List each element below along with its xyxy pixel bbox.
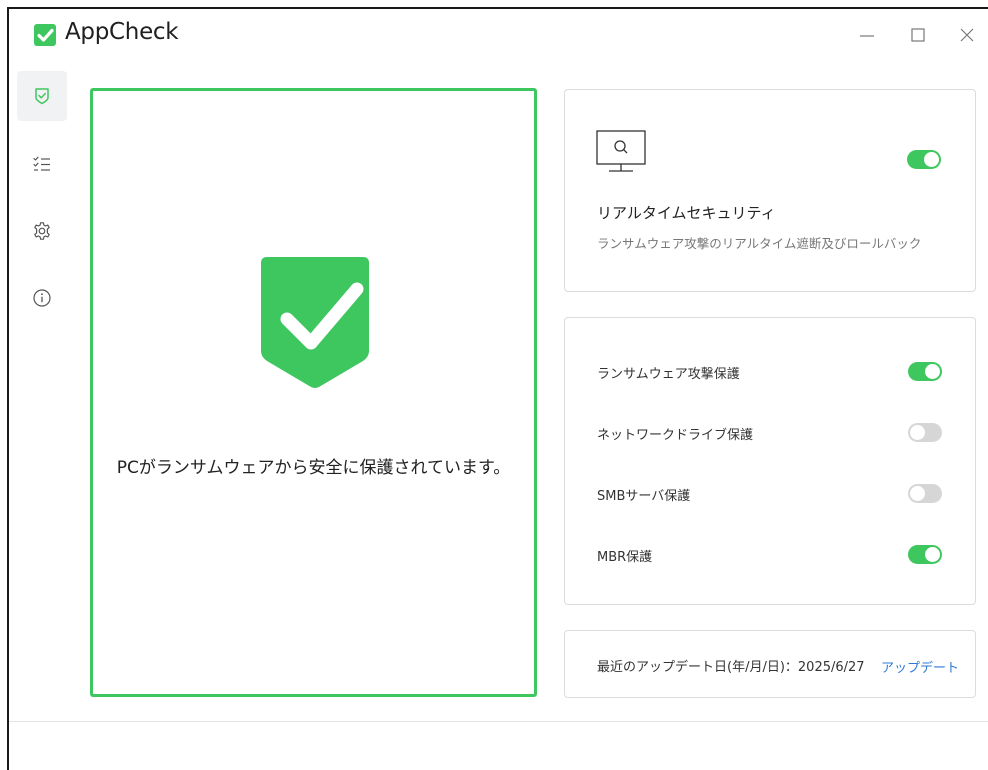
protection-label: ネットワークドライブ保護 — [597, 428, 754, 443]
sidebar-item-logs[interactable] — [17, 139, 67, 189]
status-message: PCがランサムウェアから安全に保護されています。 — [116, 458, 511, 478]
protection-status-panel: PCがランサムウェアから安全に保護されています。 — [90, 88, 537, 697]
shield-check-icon — [35, 88, 49, 105]
protection-row-smb: SMBサーバ保護 — [597, 482, 942, 506]
maximize-icon — [911, 28, 925, 42]
toggle-knob — [910, 486, 925, 501]
divider — [9, 721, 988, 722]
protection-row-mbr: MBR保護 — [597, 543, 942, 567]
last-update-date: 最近のアップデート日(年/月/日)：2025/6/27 — [597, 660, 865, 675]
realtime-description: ランサムウェア攻撃のリアルタイム遮断及びロールバック — [597, 236, 922, 251]
shield-check-icon — [261, 257, 369, 388]
realtime-security-card: リアルタイムセキュリティ ランサムウェア攻撃のリアルタイム遮断及びロールバック — [564, 89, 976, 292]
protection-label: SMBサーバ保護 — [597, 489, 691, 504]
sidebar-item-info[interactable] — [17, 273, 67, 323]
minimize-button[interactable] — [852, 21, 882, 49]
toggle-knob — [925, 547, 940, 562]
app-title: AppCheck — [65, 19, 179, 45]
info-icon — [33, 289, 51, 307]
realtime-security-toggle[interactable] — [907, 150, 941, 169]
network-drive-protection-toggle[interactable] — [908, 423, 942, 442]
ransomware-protection-toggle[interactable] — [908, 362, 942, 381]
app-window: AppCheck PCがランサムウェアから安全に保護されています。 リアルタイム… — [7, 7, 988, 770]
gear-icon — [34, 222, 50, 240]
sidebar-item-status[interactable] — [17, 71, 67, 121]
checklist-icon — [33, 156, 50, 171]
smb-protection-toggle[interactable] — [908, 484, 942, 503]
mbr-protection-toggle[interactable] — [908, 545, 942, 564]
title-bar: AppCheck — [9, 9, 988, 61]
toggle-knob — [910, 425, 925, 440]
protection-options-card: ランサムウェア攻撃保護 ネットワークドライブ保護 SMBサーバ保護 MBR保護 — [564, 317, 976, 605]
update-card: 最近のアップデート日(年/月/日)：2025/6/27 アップデート — [564, 630, 976, 698]
realtime-title: リアルタイムセキュリティ — [597, 204, 776, 222]
app-logo-icon — [34, 24, 56, 46]
minimize-icon — [860, 35, 874, 37]
toggle-knob — [925, 364, 940, 379]
close-button[interactable] — [952, 21, 982, 49]
sidebar-item-settings[interactable] — [17, 206, 67, 256]
protection-row-ransomware: ランサムウェア攻撃保護 — [597, 360, 942, 384]
maximize-button[interactable] — [903, 21, 933, 49]
protection-label: MBR保護 — [597, 550, 653, 565]
protection-label: ランサムウェア攻撃保護 — [597, 367, 740, 382]
toggle-knob — [924, 152, 939, 167]
update-button[interactable]: アップデート — [881, 657, 959, 676]
protection-row-network-drive: ネットワークドライブ保護 — [597, 421, 942, 445]
close-icon — [960, 28, 974, 42]
monitor-search-icon — [596, 130, 646, 172]
